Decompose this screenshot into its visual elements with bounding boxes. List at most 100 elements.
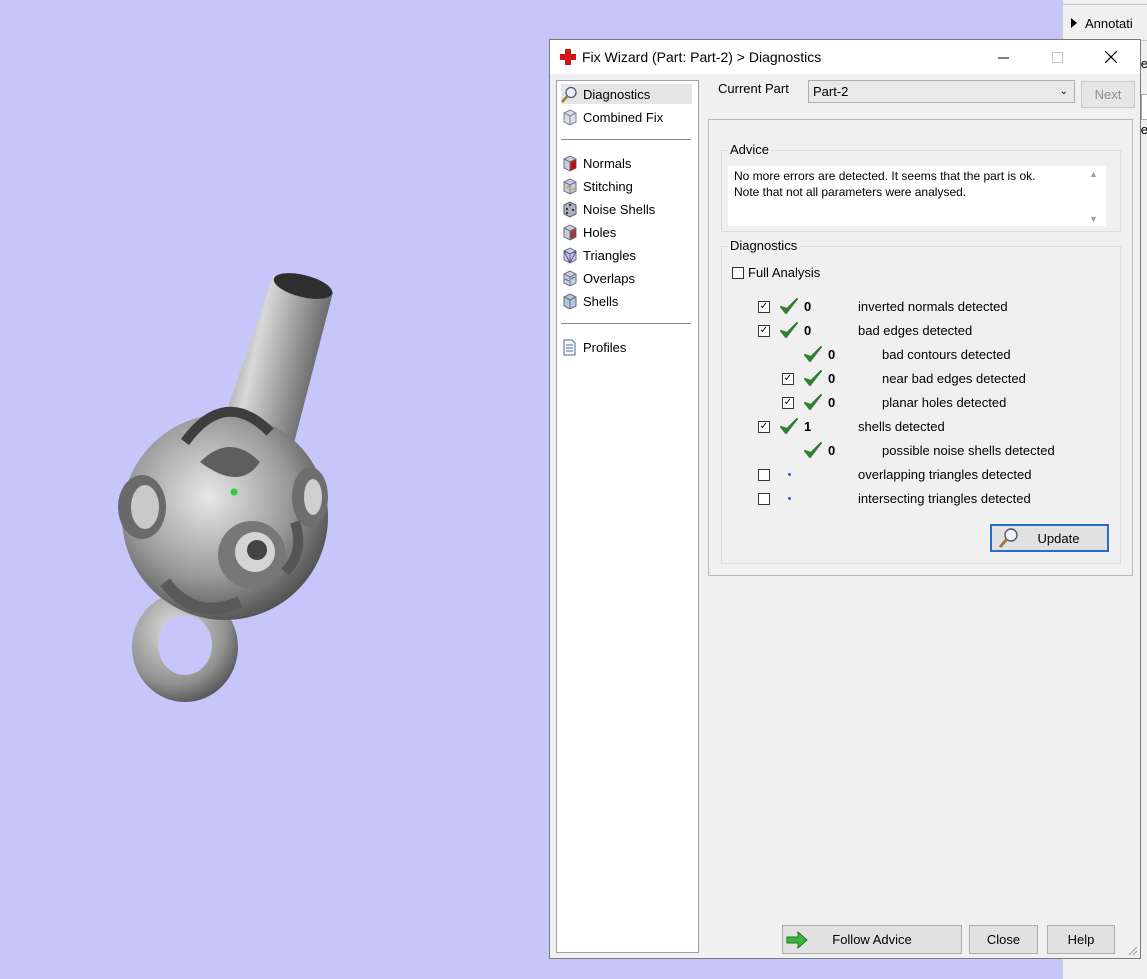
- overlaps-cube-icon: [563, 269, 577, 287]
- diagnostic-label: planar holes detected: [882, 395, 1007, 410]
- diagnostic-row: ✓ 1 shells detected: [722, 417, 1112, 437]
- advice-group: Advice No more errors are detected. It s…: [721, 142, 1121, 232]
- close-button[interactable]: Close: [969, 925, 1038, 954]
- follow-advice-button[interactable]: Follow Advice: [782, 925, 962, 954]
- magnifier-icon: [561, 86, 577, 103]
- check-icon: [804, 442, 822, 458]
- diagnostic-checkbox[interactable]: ✓: [758, 421, 770, 433]
- triangles-cube-icon: [563, 246, 577, 264]
- red-cross-icon: [560, 49, 576, 65]
- nav-item-stitching[interactable]: Stitching: [561, 176, 639, 196]
- holes-cube-icon: [563, 223, 577, 241]
- next-button[interactable]: Next: [1081, 81, 1135, 108]
- 3d-model-viewport[interactable]: [105, 262, 345, 712]
- diagnostic-count: 0: [804, 299, 812, 314]
- full-analysis-checkbox[interactable]: Full Analysis: [732, 265, 820, 280]
- help-button[interactable]: Help: [1047, 925, 1115, 954]
- panel-divider: [1063, 4, 1147, 5]
- nav-item-holes[interactable]: Holes: [561, 222, 622, 242]
- check-icon: [780, 298, 798, 314]
- diagnostic-checkbox[interactable]: [758, 469, 770, 481]
- dialog-title: Fix Wizard (Part: Part-2) > Diagnostics: [582, 49, 822, 65]
- document-icon: [563, 339, 576, 355]
- stitching-cube-icon: [563, 177, 577, 195]
- advice-textbox[interactable]: No more errors are detected. It seems th…: [728, 166, 1084, 226]
- advice-scrollbar[interactable]: ▲ ▼: [1084, 166, 1106, 226]
- minimize-button[interactable]: [980, 40, 1026, 74]
- nav-label: Triangles: [583, 247, 636, 263]
- minimize-icon: [997, 57, 1009, 58]
- panel-field-fragment: [1141, 94, 1147, 120]
- resize-grip-icon[interactable]: [1127, 945, 1137, 955]
- wizard-nav-panel: Diagnostics Combined Fix Normals Stitchi…: [556, 80, 699, 953]
- check-icon: [780, 322, 798, 338]
- normals-cube-icon: [563, 154, 577, 172]
- diagnostic-label: inverted normals detected: [858, 299, 1008, 314]
- diagnostic-checkbox[interactable]: ✓: [782, 397, 794, 409]
- nav-item-shells[interactable]: Shells: [561, 291, 624, 311]
- scroll-up-icon[interactable]: ▲: [1089, 169, 1098, 179]
- check-icon: [804, 346, 822, 362]
- diagnostic-label: possible noise shells detected: [882, 443, 1055, 458]
- diagnostic-row: ✓ 0 inverted normals detected: [722, 297, 1112, 317]
- nav-label: Normals: [583, 155, 632, 171]
- diagnostic-label: overlapping triangles detected: [858, 467, 1032, 482]
- diagnostic-checkbox[interactable]: ✓: [782, 373, 794, 385]
- diagnostic-row: ✓ 0 planar holes detected: [722, 393, 1112, 413]
- check-icon: [804, 394, 822, 410]
- check-icon: [804, 370, 822, 386]
- diagnostic-checkbox[interactable]: [758, 493, 770, 505]
- nav-item-normals[interactable]: Normals: [561, 153, 637, 173]
- diagnostic-count: 0: [804, 323, 812, 338]
- green-arrow-icon: [786, 930, 808, 950]
- current-part-value: Part-2: [813, 84, 849, 99]
- nav-label: Noise Shells: [583, 201, 656, 217]
- magnifier-icon: [998, 528, 1018, 548]
- diagnostics-page: Advice No more errors are detected. It s…: [708, 119, 1133, 576]
- annotation-tree-item[interactable]: Annotati: [1071, 12, 1133, 34]
- diagnostic-row: 0 bad contours detected: [722, 345, 1112, 365]
- nav-label: Combined Fix: [583, 109, 664, 125]
- nav-item-combined-fix[interactable]: Combined Fix: [561, 107, 669, 127]
- diagnostic-label: near bad edges detected: [882, 371, 1026, 386]
- diagnostic-checkbox[interactable]: ✓: [758, 301, 770, 313]
- noise-cube-icon: [563, 200, 577, 218]
- pending-dot-icon: [788, 473, 791, 476]
- nav-item-triangles[interactable]: Triangles: [561, 245, 642, 265]
- update-button[interactable]: Update: [990, 524, 1109, 552]
- advice-group-title: Advice: [728, 142, 772, 157]
- diagnostic-checkbox[interactable]: ✓: [758, 325, 770, 337]
- nav-item-noise-shells[interactable]: Noise Shells: [561, 199, 661, 219]
- nav-separator: [561, 139, 691, 140]
- close-icon: [1105, 51, 1117, 63]
- diagnostics-group-title: Diagnostics: [728, 238, 800, 253]
- diagnostic-row: 0 possible noise shells detected: [722, 441, 1112, 461]
- cube-icon: [563, 108, 577, 126]
- current-part-select[interactable]: Part-2 ⌄: [808, 80, 1075, 103]
- diagnostics-group: Diagnostics Full Analysis ✓ 0 inverted nor…: [721, 238, 1121, 564]
- checkbox[interactable]: [732, 266, 744, 279]
- nav-label: Overlaps: [583, 270, 636, 286]
- diagnostic-row: ✓ 0 near bad edges detected: [722, 369, 1112, 389]
- nav-item-diagnostics[interactable]: Diagnostics: [561, 84, 692, 104]
- nav-label: Stitching: [583, 178, 633, 194]
- scroll-down-icon[interactable]: ▼: [1089, 214, 1098, 224]
- maximize-icon: [1051, 51, 1063, 63]
- check-icon: [780, 418, 798, 434]
- diagnostic-count: 0: [828, 443, 836, 458]
- advice-line: No more errors are detected. It seems th…: [734, 169, 1036, 183]
- expand-triangle-icon[interactable]: [1071, 18, 1077, 28]
- dialog-titlebar[interactable]: Fix Wizard (Part: Part-2) > Diagnostics: [550, 40, 1140, 74]
- close-window-button[interactable]: [1088, 40, 1134, 74]
- diagnostic-row: ✓ 0 bad edges detected: [722, 321, 1112, 341]
- diagnostic-row: overlapping triangles detected: [722, 465, 1112, 485]
- nav-separator: [561, 323, 691, 324]
- nav-item-profiles[interactable]: Profiles: [561, 337, 632, 357]
- fix-wizard-dialog: Fix Wizard (Part: Part-2) > Diagnostics …: [549, 39, 1141, 959]
- diagnostic-count: 0: [828, 371, 836, 386]
- diagnostic-row: intersecting triangles detected: [722, 489, 1112, 509]
- nav-label: Profiles: [583, 339, 627, 355]
- diagnostic-count: 0: [828, 395, 836, 410]
- maximize-button[interactable]: [1034, 40, 1080, 74]
- nav-item-overlaps[interactable]: Overlaps: [561, 268, 641, 288]
